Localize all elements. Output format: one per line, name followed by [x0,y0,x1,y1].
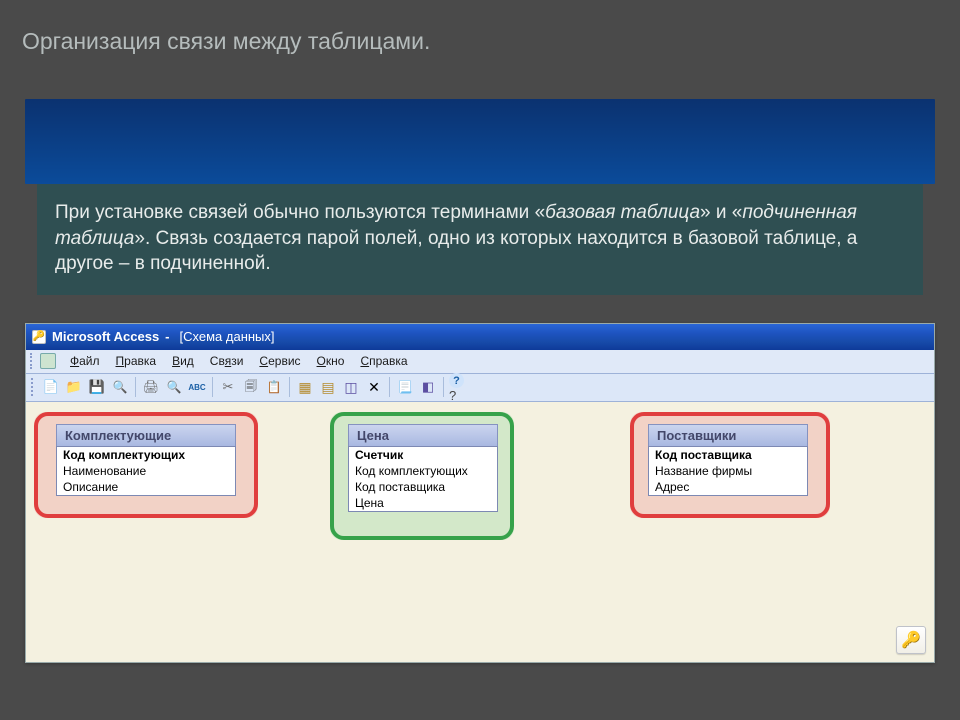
access-screenshot: 🔑 Microsoft Access - [Схема данных] Файл… [25,323,935,663]
field-row[interactable]: Код поставщика [349,479,497,495]
access-key-button[interactable]: 🔑 [896,626,926,654]
separator [135,377,136,397]
paste-icon[interactable] [263,376,285,398]
table-fields: Код поставщика Название фирмы Адрес [648,446,808,496]
document-title: [Схема данных] [180,329,275,344]
open-file-icon[interactable] [63,376,85,398]
cut-icon[interactable] [217,376,239,398]
spelling-icon[interactable] [186,376,208,398]
separator [212,377,213,397]
show-table-icon[interactable] [294,376,316,398]
explanation-panel: При установке связей обычно пользуются т… [37,184,923,295]
separator [289,377,290,397]
show-all-rel-icon[interactable] [340,376,362,398]
toolbar: ? [26,374,934,402]
table-header: Цена [348,424,498,446]
access-icon: 🔑 [32,330,46,344]
field-row[interactable]: Наименование [57,463,235,479]
menu-bar: Файл Правка Вид Связи Сервис Окно Справк… [26,350,934,374]
text-fragment: » и « [700,202,742,223]
field-row[interactable]: Код комплектующих [349,463,497,479]
menu-view[interactable]: Вид [164,352,202,370]
italic-term: базовая таблица [545,202,700,223]
show-direct-icon[interactable] [317,376,339,398]
field-row[interactable]: Адрес [649,479,807,495]
field-row[interactable]: Название фирмы [649,463,807,479]
app-title: Microsoft Access [52,329,159,344]
field-row[interactable]: Код комплектующих [57,447,235,463]
layout-icon[interactable] [417,376,439,398]
separator [389,377,390,397]
title-separator: - [165,329,169,344]
key-icon: 🔑 [901,630,921,650]
search-icon[interactable] [109,376,131,398]
menu-help[interactable]: Справка [352,352,415,370]
separator [443,377,444,397]
clear-layout-icon[interactable] [363,376,385,398]
menu-window[interactable]: Окно [309,352,353,370]
gripper-icon[interactable] [30,353,36,369]
menu-file[interactable]: Файл [62,352,108,370]
help-icon[interactable]: ? [448,376,470,398]
text-fragment: При установке связей обычно пользуются т… [55,202,545,223]
field-row[interactable]: Счетчик [349,447,497,463]
new-file-icon[interactable] [40,376,62,398]
relations-mini-icon[interactable] [40,353,56,369]
relations-canvas[interactable]: Комплектующие Код комплектующих Наименов… [26,402,934,662]
menu-file-label: айл [79,354,99,368]
report-icon[interactable] [394,376,416,398]
table-fields: Код комплектующих Наименование Описание [56,446,236,496]
window-titlebar: 🔑 Microsoft Access - [Схема данных] [26,324,934,350]
menu-relations[interactable]: Связи [202,352,252,370]
text-fragment: ». Связь создается парой полей, одно из … [55,228,857,275]
table-fields: Счетчик Код комплектующих Код поставщика… [348,446,498,512]
table-header: Комплектующие [56,424,236,446]
preview-icon[interactable] [163,376,185,398]
field-row[interactable]: Код поставщика [649,447,807,463]
field-row[interactable]: Описание [57,479,235,495]
save-icon[interactable] [86,376,108,398]
copy-icon[interactable] [240,376,262,398]
slide-title: Организация связи между таблицами. [0,0,960,61]
blue-gradient-band [25,99,935,184]
gripper-icon[interactable] [31,378,36,396]
table-cena[interactable]: Цена Счетчик Код комплектующих Код поста… [348,424,498,512]
table-header: Поставщики [648,424,808,446]
field-row[interactable]: Цена [349,495,497,511]
print-icon[interactable] [140,376,162,398]
table-komplektuyushie[interactable]: Комплектующие Код комплектующих Наименов… [56,424,236,496]
menu-service[interactable]: Сервис [251,352,308,370]
table-postavshiki[interactable]: Поставщики Код поставщика Название фирмы… [648,424,808,496]
menu-edit[interactable]: Правка [108,352,165,370]
